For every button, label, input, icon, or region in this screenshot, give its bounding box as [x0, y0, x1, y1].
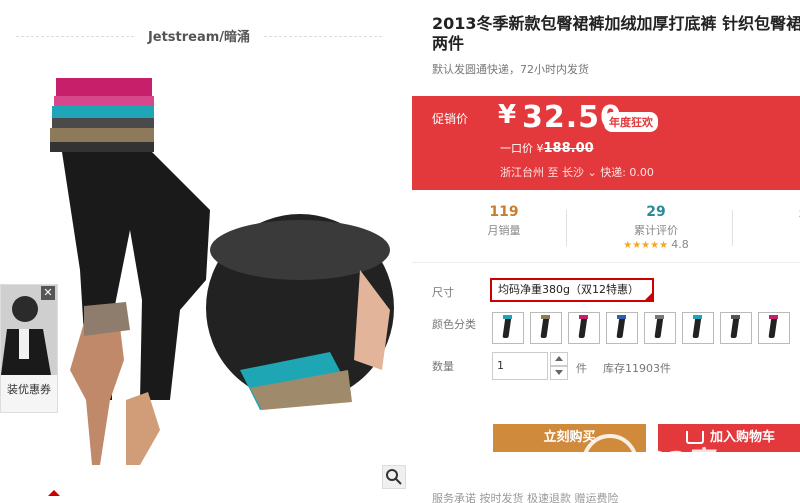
color-swatch[interactable]: [568, 312, 600, 344]
quantity-decrease-button[interactable]: [550, 366, 568, 380]
shipping-fee: 快递: 0.00: [600, 166, 654, 179]
swatch-image: [540, 316, 550, 338]
chevron-down-icon[interactable]: ⌄: [588, 166, 597, 179]
divider: [16, 36, 134, 37]
color-swatch[interactable]: [682, 312, 714, 344]
swatch-image: [578, 316, 588, 338]
coupon-label[interactable]: 装优惠券: [1, 381, 57, 397]
shipping-info: 浙江台州 至 长沙 ⌄ 快递: 0.00: [500, 164, 654, 180]
color-label: 颜色分类: [432, 318, 476, 331]
quantity-increase-button[interactable]: [550, 352, 568, 366]
ship-from: 浙江台州: [500, 166, 544, 179]
promo-badge: 年度狂欢: [604, 112, 658, 132]
selected-check-icon: [645, 293, 652, 300]
original-price-label: 一口价 ¥: [500, 142, 544, 155]
sales-stats: 119 月销量 29 累计评价 ★★★★★ 4.8 送天: [412, 192, 800, 263]
swatch-band: [693, 315, 702, 319]
gift-points-label: 送天: [750, 204, 800, 220]
color-swatch[interactable]: [606, 312, 638, 344]
swatch-band: [503, 315, 512, 319]
product-info: 2013冬季新款包臀裙裤加绒加厚打底裤 针织包臀裙两件 默认发圆通快递，72小时…: [412, 0, 800, 503]
brand-name[interactable]: Jetstream/暗涌: [134, 26, 264, 45]
ship-destination[interactable]: 长沙: [562, 166, 584, 179]
promo-price-label: 促销价: [432, 112, 469, 126]
rating-value: 4.8: [671, 238, 689, 251]
divider: [732, 210, 733, 246]
product-title: 2013冬季新款包臀裙裤加绒加厚打底裤 针织包臀裙两件: [432, 14, 800, 53]
color-swatch[interactable]: [492, 312, 524, 344]
swatch-image: [730, 316, 740, 338]
chevron-up-icon: [555, 356, 563, 361]
watermark-text: 03家: [646, 445, 713, 478]
reviews-count[interactable]: 29: [596, 204, 716, 220]
chevron-down-icon: [555, 370, 563, 375]
rating-stars-icon: ★★★★★ 4.8: [596, 238, 716, 251]
ship-to-word: 至: [547, 166, 559, 179]
monthly-sales: 119 月销量: [444, 192, 564, 238]
stock-count: 库存11903件: [603, 362, 671, 375]
swatch-image: [502, 316, 512, 338]
original-price: 一口价 ¥188.00: [500, 140, 594, 156]
swatch-band: [731, 315, 740, 319]
monthly-sales-count: 119: [489, 204, 519, 220]
quantity-unit: 件: [576, 362, 587, 375]
size-label: 尺寸: [432, 286, 454, 299]
divider: [566, 210, 567, 246]
close-icon[interactable]: ✕: [41, 286, 55, 300]
color-swatch[interactable]: [530, 312, 562, 344]
chevron-up-icon[interactable]: [48, 490, 60, 496]
color-swatch[interactable]: [758, 312, 790, 344]
divider: [264, 36, 382, 37]
swatch-band: [579, 315, 588, 319]
product-gallery: Jetstream/暗涌 ✕ 装优惠券: [0, 0, 412, 503]
swatch-band: [617, 315, 626, 319]
swatch-image: [768, 316, 778, 338]
currency-symbol: ¥: [498, 100, 517, 130]
total-reviews[interactable]: 29 累计评价 ★★★★★ 4.8: [596, 192, 716, 251]
size-option-text: 均码净重380g（双12特惠）: [498, 283, 639, 296]
swatch-image: [616, 316, 626, 338]
coupon-popup[interactable]: ✕ 装优惠券: [0, 284, 58, 413]
gift-points: 送天: [750, 192, 800, 220]
price-panel: 促销价 ¥ 32.50 年度狂欢 一口价 ¥188.00 浙江台州 至 长沙 ⌄…: [412, 96, 800, 190]
swatch-band: [769, 315, 778, 319]
color-swatch[interactable]: [720, 312, 752, 344]
home-logo-icon: [582, 434, 638, 490]
stars: ★★★★★: [623, 240, 669, 251]
swatch-image: [692, 316, 702, 338]
color-swatches: [492, 312, 798, 344]
reviews-label[interactable]: 累计评价: [596, 222, 716, 238]
product-subtitle: 默认发圆通快递，72小时内发货: [432, 63, 589, 76]
quantity-input[interactable]: 1: [492, 352, 548, 380]
product-photo[interactable]: [0, 70, 412, 490]
site-watermark: 03家: [582, 430, 792, 496]
swatch-image: [654, 316, 664, 338]
quantity-label: 数量: [432, 360, 454, 373]
brand-header: Jetstream/暗涌: [16, 26, 382, 46]
zoom-icon[interactable]: [382, 465, 406, 489]
size-option-selected[interactable]: 均码净重380g（双12特惠）: [490, 278, 654, 302]
swatch-band: [655, 315, 664, 319]
swatch-band: [541, 315, 550, 319]
monthly-sales-label: 月销量: [487, 224, 521, 237]
color-swatch[interactable]: [644, 312, 676, 344]
original-price-value: 188.00: [543, 141, 594, 156]
